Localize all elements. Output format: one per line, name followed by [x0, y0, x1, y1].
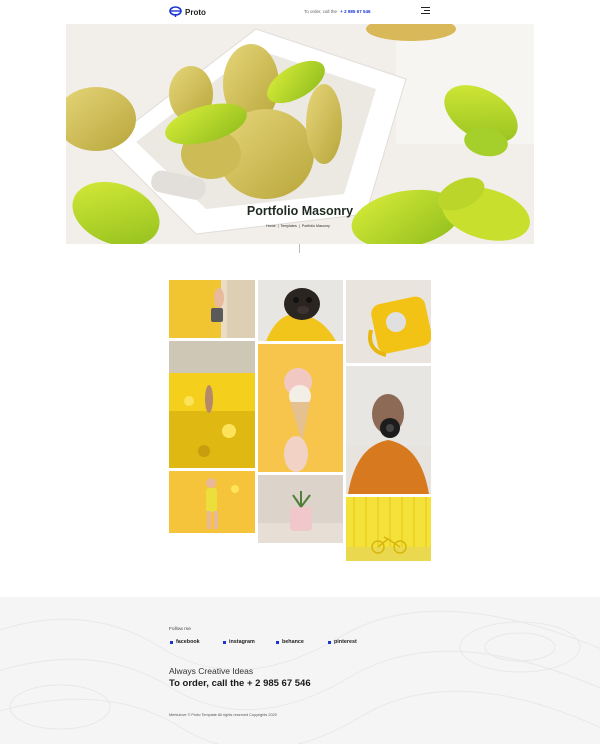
gallery-item-rapeseed-field[interactable]: [169, 341, 255, 468]
square-bullet-icon: [170, 640, 173, 644]
site-header: Proto To order, call the + 2 985 67 546: [0, 0, 600, 24]
square-bullet-icon: [276, 640, 279, 644]
order-phone-link[interactable]: + 2 985 67 546: [340, 9, 370, 14]
breadcrumb-home[interactable]: Home: [266, 224, 276, 228]
gallery-item-woman-yellow-outfit[interactable]: [169, 471, 255, 533]
breadcrumb-current: Portfolio Masonry: [301, 224, 330, 228]
breadcrumb-separator: |: [298, 224, 300, 228]
topographic-pattern: [0, 610, 600, 744]
copyright-text: Merkulove © Proto Template All rights re…: [169, 713, 277, 717]
follow-label: Follow me: [169, 627, 191, 632]
social-label: instagram: [229, 639, 255, 645]
breadcrumb-templates[interactable]: Templates: [280, 224, 296, 228]
proto-logo-icon: [169, 6, 182, 17]
gallery-item-ice-cream[interactable]: [258, 344, 343, 472]
hamburger-menu-icon[interactable]: [421, 7, 430, 16]
gallery-item-cactus[interactable]: [258, 475, 343, 543]
square-bullet-icon: [223, 640, 226, 644]
header-order-info: To order, call the + 2 985 67 546: [304, 9, 370, 14]
gallery-item-hand-camera[interactable]: [169, 280, 255, 338]
gallery-item-telephone[interactable]: [346, 280, 431, 363]
gallery-item-yellow-bicycle[interactable]: [346, 497, 431, 561]
scroll-indicator-line: [299, 244, 300, 253]
social-link-pinterest[interactable]: pinterest: [328, 639, 357, 645]
footer-tagline: Always Creative Ideas: [169, 666, 254, 676]
page-title: Portfolio Masonry: [246, 204, 354, 218]
brand-logo[interactable]: Proto: [169, 6, 206, 18]
square-bullet-icon: [328, 640, 331, 644]
footer-order-line[interactable]: To order, call the + 2 985 67 546: [169, 678, 311, 689]
breadcrumb: Home | Templates | Portfolio Masonry: [266, 224, 331, 228]
breadcrumb-separator: |: [277, 224, 279, 228]
social-link-facebook[interactable]: facebook: [170, 639, 200, 645]
gallery-item-camera-lens[interactable]: [346, 366, 431, 494]
gallery-item-pug[interactable]: [258, 280, 343, 341]
social-link-behance[interactable]: behance: [276, 639, 304, 645]
hero-banner: Portfolio Masonry: [66, 24, 534, 244]
order-prefix: To order, call the: [304, 9, 338, 14]
brand-name: Proto: [185, 7, 206, 17]
social-label: pinterest: [334, 639, 357, 645]
site-footer: Follow me facebook instagram behance pin…: [0, 597, 600, 744]
social-label: behance: [282, 639, 304, 645]
social-link-instagram[interactable]: instagram: [223, 639, 255, 645]
social-label: facebook: [176, 639, 200, 645]
